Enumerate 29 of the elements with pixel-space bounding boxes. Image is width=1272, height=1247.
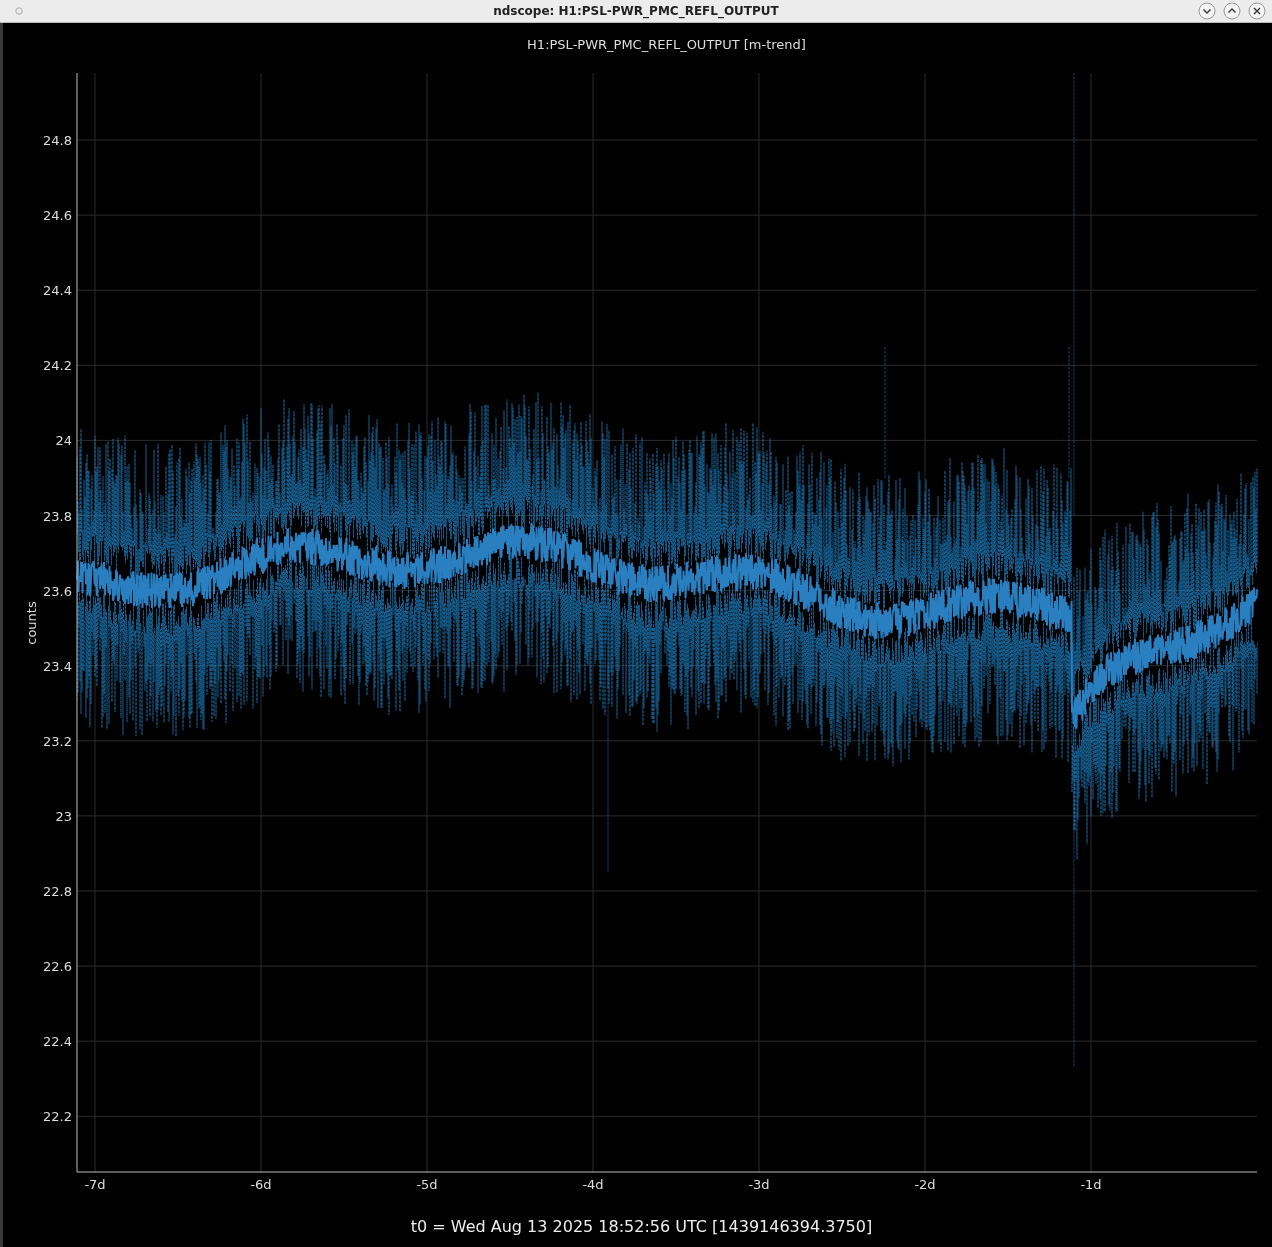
y-tick-label: 23.4 (43, 658, 72, 674)
y-tick-label: 24 (55, 433, 72, 449)
plot-title: H1:PSL-PWR_PMC_REFL_OUTPUT [m-trend] (527, 37, 806, 52)
y-tick-label: 24.4 (43, 283, 72, 299)
y-tick-label: 24.2 (43, 358, 72, 374)
x-tick-label: -7d (84, 1177, 106, 1192)
y-tick-label: 22.2 (43, 1109, 72, 1125)
x-tick-label: -2d (914, 1177, 936, 1192)
x-tick-label: -5d (416, 1177, 438, 1192)
x-tick-label: -3d (748, 1177, 770, 1192)
y-tick-label: 24.6 (43, 208, 72, 224)
window-menu-icon[interactable] (15, 7, 23, 15)
y-tick-label: 22.8 (43, 884, 72, 899)
minimize-button[interactable] (1198, 2, 1216, 20)
y-tick-label: 23.8 (43, 508, 72, 524)
y-axis-label: counts (24, 601, 39, 645)
x-tick-label: -6d (250, 1177, 272, 1192)
y-tick-label: 22.6 (43, 959, 72, 975)
t0-timestamp: t0 = Wed Aug 13 2025 18:52:56 UTC [1439146394.3750] (410, 1217, 873, 1236)
y-tick-label: 23.6 (43, 583, 72, 599)
x-tick-label: -1d (1080, 1177, 1102, 1192)
y-tick-label: 23.2 (43, 733, 72, 749)
close-button[interactable] (1248, 2, 1266, 20)
x-tick-label: -4d (582, 1177, 604, 1192)
y-tick-label: 24.8 (43, 133, 72, 148)
maximize-button[interactable] (1223, 2, 1241, 20)
y-tick-label: 22.4 (43, 1034, 72, 1050)
window-title: ndscope: H1:PSL-PWR_PMC_REFL_OUTPUT (493, 4, 779, 18)
y-tick-label: 23 (55, 808, 72, 824)
